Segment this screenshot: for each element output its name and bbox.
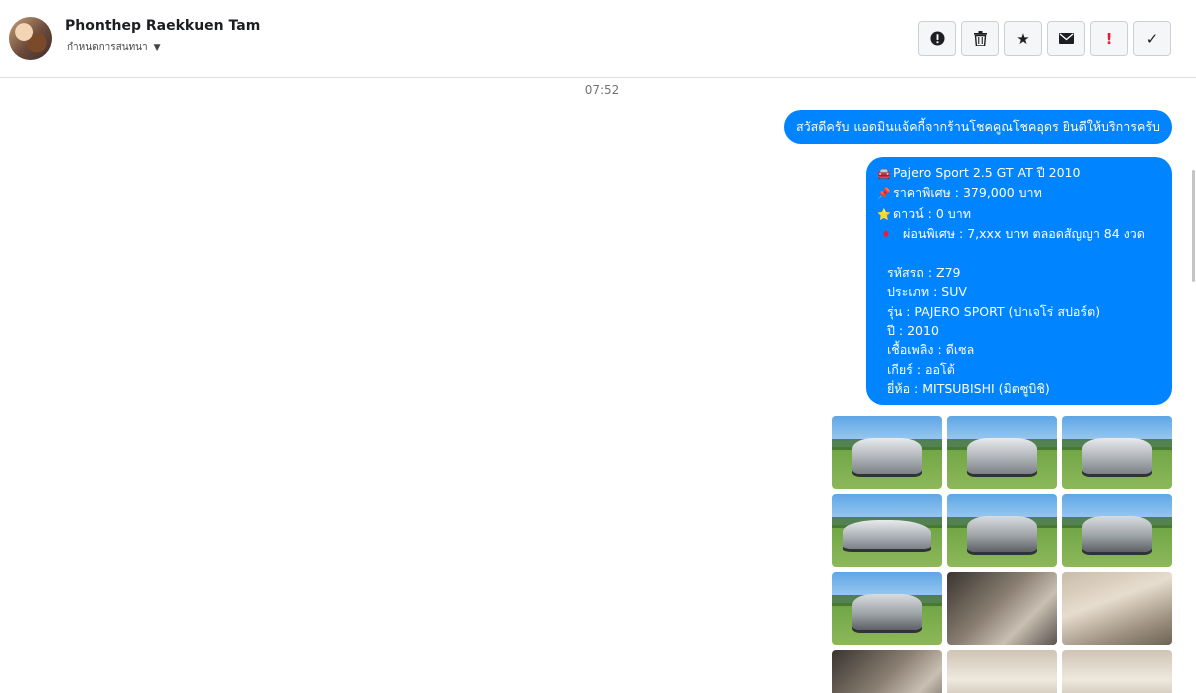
detail-code: รหัสรถ : Z79 (887, 265, 961, 281)
detail-year: ปี : 2010 (887, 323, 939, 339)
delete-button[interactable] (961, 21, 999, 56)
car-photo[interactable] (832, 494, 942, 567)
header-actions: ★ ! ✓ (918, 21, 1171, 56)
car-photo[interactable] (832, 416, 942, 489)
done-button[interactable]: ✓ (1133, 21, 1171, 56)
detail-title: 🚘 Pajero Sport 2.5 GT AT ปี 2010 (877, 163, 1162, 183)
star-emoji-icon: ⭐ (877, 207, 891, 221)
detail-model: รุ่น : PAJERO SPORT (ปาเจโร่ สปอร์ต) (887, 303, 1101, 319)
detail-fuel: เชื้อเพลิง : ดีเซล (887, 342, 975, 358)
message-text: สวัสดีครับ แอดมินแจ้คกี้จากร้านโชคคูณโชค… (795, 119, 1160, 134)
detail-gear: เกียร์ : ออโต้ (887, 361, 955, 377)
detail-type: ประเภท : SUV (887, 284, 967, 300)
thread-scrollbar[interactable] (1192, 170, 1195, 282)
detail-brand: ยี่ห้อ : MITSUBISHI (มิตซูบิชิ) (887, 380, 1050, 396)
detail-installment: ♦ ผ่อนพิเศษ : 7,xxx บาท ตลอดสัญญา 84 งวด (877, 224, 1162, 244)
message-bubble-car-details[interactable]: 🚘 Pajero Sport 2.5 GT AT ปี 2010 📌 ราคาพิเ… (866, 157, 1172, 406)
car-icon: 🚘 (877, 167, 891, 180)
star-button[interactable]: ★ (1004, 21, 1042, 56)
car-photo[interactable] (1062, 572, 1172, 645)
contact-avatar[interactable] (9, 17, 52, 60)
car-photo[interactable] (832, 650, 942, 693)
car-photo[interactable] (1062, 494, 1172, 567)
check-icon: ✓ (1145, 29, 1159, 48)
exclamation-circle-icon (929, 31, 945, 46)
message-thread[interactable]: 07:52 สวัสดีครับ แอดมินแจ้คกี้จากร้านโชค… (0, 79, 1196, 693)
mark-unread-button[interactable] (1047, 21, 1085, 56)
car-photo[interactable] (947, 650, 1057, 693)
car-photo[interactable] (947, 416, 1057, 489)
spam-button[interactable]: ! (1090, 21, 1128, 56)
pin-icon: 📌 (877, 187, 891, 201)
conversation-header: Phonthep Raekkuen Tam กำหนดการสนทนา ▼ ★ … (0, 0, 1196, 78)
car-photo[interactable] (947, 494, 1057, 567)
envelope-icon (1058, 33, 1074, 44)
exclamation-icon: ! (1105, 29, 1113, 48)
car-photo[interactable] (947, 572, 1057, 645)
car-photo[interactable] (832, 572, 942, 645)
car-photo[interactable] (1062, 650, 1172, 693)
trash-icon (973, 31, 987, 46)
assign-label: กำหนดการสนทนา (67, 42, 148, 53)
timestamp: 07:52 (584, 83, 620, 97)
detail-price: 📌 ราคาพิเศษ : 379,000 บาท (877, 183, 1162, 203)
photo-grid (832, 416, 1172, 693)
star-icon: ★ (1016, 29, 1030, 48)
diamond-icon: ♦ (881, 227, 891, 241)
assign-conversation-dropdown[interactable]: กำหนดการสนทนา ▼ (67, 40, 161, 55)
message-bubble-greeting[interactable]: สวัสดีครับ แอดมินแจ้คกี้จากร้านโชคคูณโชค… (783, 110, 1172, 144)
detail-down: ⭐ ดาวน์ : 0 บาท (877, 204, 1162, 224)
report-button[interactable] (918, 21, 956, 56)
caret-down-icon: ▼ (153, 42, 161, 53)
car-photo[interactable] (1062, 416, 1172, 489)
contact-name[interactable]: Phonthep Raekkuen Tam (65, 18, 260, 34)
